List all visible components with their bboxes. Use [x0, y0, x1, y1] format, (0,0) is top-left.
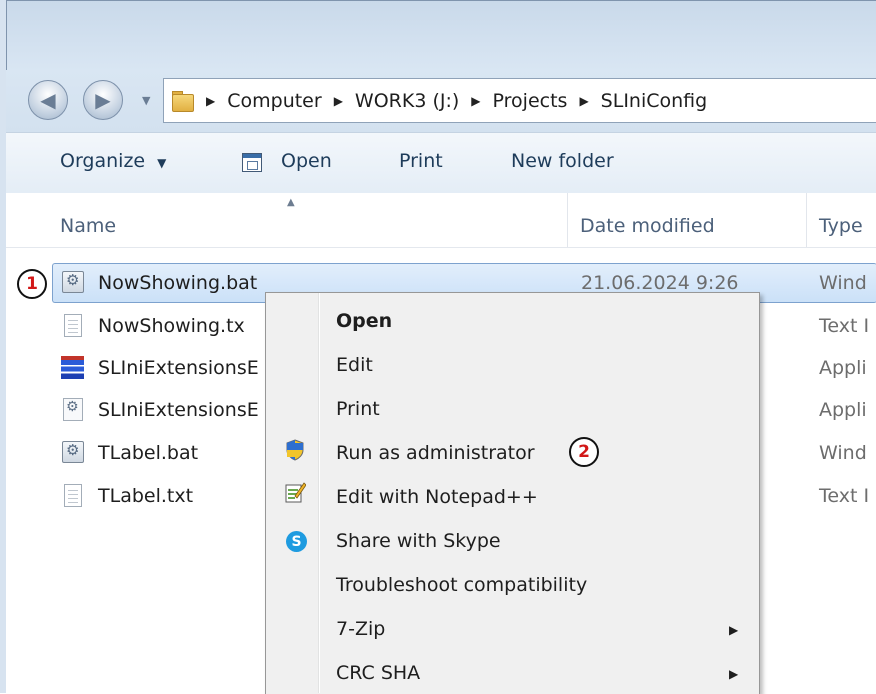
file-name[interactable]: TLabel.bat [98, 442, 198, 464]
file-type: Text I [819, 485, 870, 507]
breadcrumb-drive[interactable]: WORK3 (J:) [355, 90, 459, 112]
forward-arrow-icon: ▶ [95, 88, 111, 112]
menu-item-print[interactable]: Print [336, 398, 380, 420]
organize-button[interactable]: Organize ▼ [60, 150, 166, 172]
text-file-icon [64, 314, 82, 337]
back-button[interactable]: ◀ [28, 80, 68, 120]
application-icon [61, 356, 84, 379]
breadcrumb-arrow-icon[interactable]: ▶ [579, 94, 588, 108]
title-bar [6, 0, 876, 71]
menu-item-edit-with-notepad-plus-plus[interactable]: Edit with Notepad++ [336, 486, 538, 508]
address-bar[interactable]: ▶ Computer ▶ WORK3 (J:) ▶ Projects ▶ SLI… [163, 78, 876, 123]
uac-shield-icon [286, 439, 304, 461]
callout-badge: 1 [17, 269, 47, 299]
breadcrumb-arrow-icon[interactable]: ▶ [334, 94, 343, 108]
skype-icon: S [286, 531, 307, 552]
file-type: Text I [819, 315, 870, 337]
column-header-bar [6, 193, 876, 248]
file-type: Wind [819, 272, 867, 294]
file-name[interactable]: NowShowing.bat [98, 272, 257, 294]
print-button[interactable]: Print [399, 150, 443, 172]
menu-item-open[interactable]: Open [336, 310, 392, 332]
organize-label: Organize [60, 150, 146, 172]
file-date: 21.06.2024 9:26 [581, 272, 739, 294]
text-file-icon [64, 484, 82, 507]
submenu-arrow-icon: ▶ [729, 623, 739, 637]
back-arrow-icon: ◀ [40, 88, 56, 112]
menu-item-7zip[interactable]: 7-Zip [336, 618, 385, 640]
column-divider[interactable] [806, 193, 807, 247]
forward-button[interactable]: ▶ [83, 80, 123, 120]
file-type: Appli [819, 357, 867, 379]
file-name[interactable]: TLabel.txt [98, 485, 193, 507]
file-type: Wind [819, 442, 867, 464]
batch-file-icon [62, 441, 84, 463]
open-icon[interactable] [242, 153, 262, 172]
breadcrumb-arrow-icon[interactable]: ▶ [471, 94, 480, 108]
sort-indicator-icon: ▲ [287, 197, 295, 208]
menu-item-troubleshoot-compatibility[interactable]: Troubleshoot compatibility [336, 574, 587, 596]
file-name[interactable]: NowShowing.tx [98, 315, 245, 337]
breadcrumb-computer[interactable]: Computer [227, 90, 321, 112]
file-type: Appli [819, 399, 867, 421]
menu-item-share-with-skype[interactable]: Share with Skype [336, 530, 501, 552]
column-date-modified[interactable]: Date modified [580, 215, 715, 237]
menu-icon-gutter [318, 293, 320, 693]
menu-item-run-as-administrator[interactable]: Run as administrator [336, 442, 535, 464]
dropdown-arrow-icon: ▼ [157, 156, 167, 170]
batch-file-icon [62, 271, 84, 293]
application-icon [63, 398, 83, 421]
column-name[interactable]: Name [60, 215, 116, 237]
column-divider[interactable] [567, 193, 568, 247]
folder-icon [172, 90, 194, 112]
submenu-arrow-icon: ▶ [729, 667, 739, 681]
callout-badge: 2 [569, 437, 599, 467]
column-type[interactable]: Type [819, 215, 863, 237]
open-button[interactable]: Open [281, 150, 332, 172]
menu-item-crc-sha[interactable]: CRC SHA [336, 662, 420, 684]
new-folder-button[interactable]: New folder [511, 150, 614, 172]
file-name[interactable]: SLIniExtensionsE [98, 399, 259, 421]
notepad-plus-plus-icon [285, 482, 306, 503]
breadcrumb-sliniconfig[interactable]: SLIniConfig [601, 90, 708, 112]
menu-item-edit[interactable]: Edit [336, 354, 373, 376]
file-name[interactable]: SLIniExtensionsE [98, 357, 259, 379]
breadcrumb-projects[interactable]: Projects [493, 90, 568, 112]
recent-pages-dropdown-icon[interactable]: ▼ [142, 95, 156, 106]
breadcrumb-arrow-icon[interactable]: ▶ [206, 94, 215, 108]
